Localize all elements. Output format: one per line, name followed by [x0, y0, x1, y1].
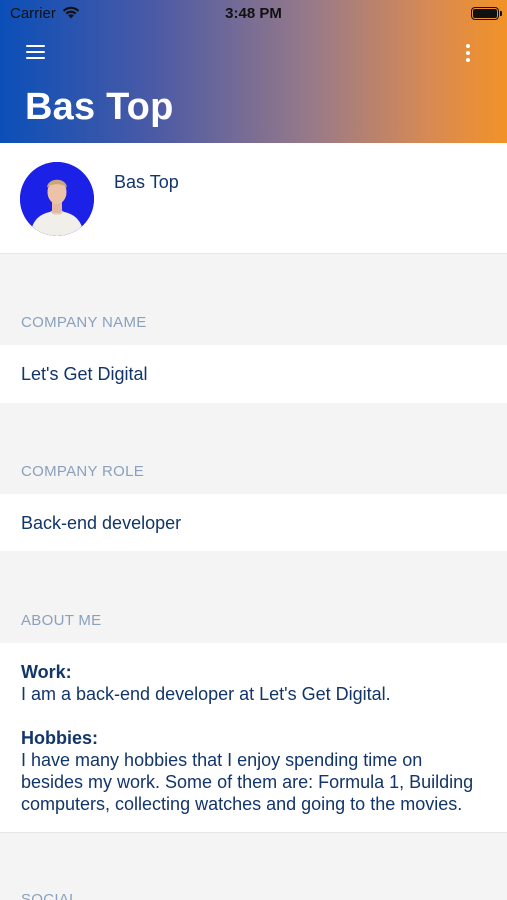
- section-label-social: SOCIAL: [21, 891, 78, 900]
- work-heading: Work:: [21, 662, 72, 682]
- app-header: Carrier 3:48 PM Bas Top: [0, 0, 507, 143]
- person-photo-icon: [20, 162, 94, 236]
- section-label-about-me: ABOUT ME: [21, 612, 102, 629]
- avatar[interactable]: [20, 162, 94, 236]
- section-label-company-role: COMPANY ROLE: [21, 463, 145, 480]
- status-time: 3:48 PM: [225, 5, 282, 22]
- company-role-value: Back-end developer: [21, 513, 182, 533]
- about-me-card: Work: I am a back-end developer at Let's…: [0, 643, 507, 833]
- company-name-row: Let's Get Digital: [0, 345, 507, 403]
- company-role-row: Back-end developer: [0, 494, 507, 551]
- hobbies-heading: Hobbies:: [21, 728, 99, 748]
- page-title: Bas Top: [25, 86, 174, 128]
- profile-card: Bas Top: [0, 143, 507, 254]
- hamburger-menu-icon[interactable]: [26, 44, 48, 62]
- status-bar: Carrier 3:48 PM: [0, 0, 507, 28]
- work-text: I am a back-end developer at Let's Get D…: [21, 684, 391, 704]
- company-name-value: Let's Get Digital: [21, 364, 148, 384]
- hobbies-text: I have many hobbies that I enjoy spendin…: [21, 750, 474, 814]
- section-label-company-name: COMPANY NAME: [21, 314, 147, 331]
- more-vertical-icon[interactable]: [460, 42, 476, 64]
- battery-icon: [471, 7, 502, 20]
- profile-name: Bas Top: [114, 172, 179, 192]
